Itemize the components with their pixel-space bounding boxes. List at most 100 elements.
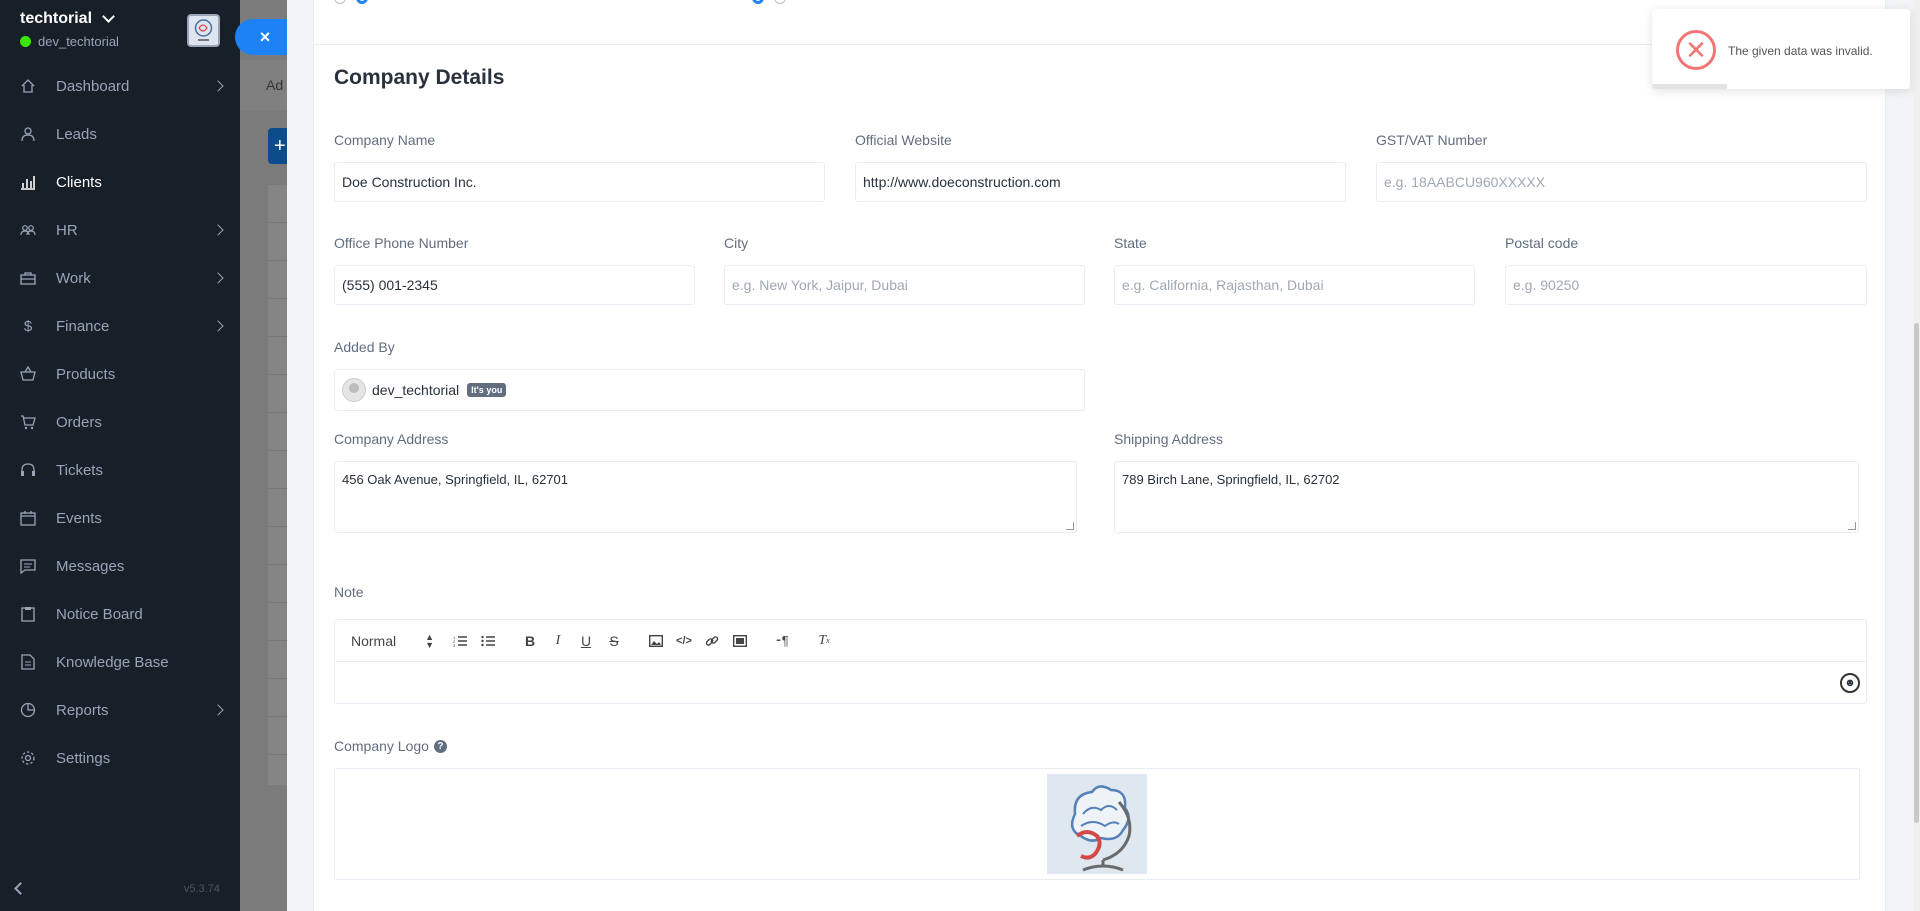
added-by-value: dev_techtorial: [372, 382, 460, 398]
bullet-list-icon[interactable]: [474, 629, 502, 653]
emoji-icon[interactable]: ☻: [1840, 673, 1860, 693]
toast-timer-progress: [1652, 84, 1727, 89]
collapse-sidebar-icon[interactable]: [14, 882, 27, 895]
added-by-select[interactable]: dev_techtorial It's you: [334, 369, 1085, 411]
underline-icon[interactable]: U: [572, 629, 600, 653]
toast-message: The given data was invalid.: [1728, 44, 1873, 58]
logo-upload-dropzone[interactable]: [334, 768, 1860, 880]
editor-content[interactable]: [335, 662, 1866, 704]
radio-option[interactable]: [334, 0, 346, 4]
sidebar-header: techtorial dev_techtorial: [0, 0, 240, 56]
radio-option[interactable]: [774, 0, 786, 4]
italic-icon[interactable]: I: [544, 629, 572, 653]
sidebar-menu: Dashboard Leads Clients HR Work $ Finance Produ…: [0, 62, 240, 782]
company-logo-label: Company Logo: [334, 738, 429, 754]
person-icon: [20, 126, 36, 142]
sidebar-item-work[interactable]: Work: [0, 254, 240, 302]
strikethrough-icon[interactable]: S: [600, 629, 628, 653]
gst-vat-label: GST/VAT Number: [1376, 132, 1488, 148]
state-input[interactable]: e.g. California, Rajasthan, Dubai: [1114, 265, 1475, 305]
sidebar-item-label: Knowledge Base: [56, 653, 169, 671]
sidebar-item-notice-board[interactable]: Notice Board: [0, 590, 240, 638]
people-icon: [20, 222, 36, 238]
link-icon[interactable]: [698, 629, 726, 653]
sidebar-item-leads[interactable]: Leads: [0, 110, 240, 158]
office-phone-input[interactable]: (555) 001-2345: [334, 265, 695, 305]
error-toast[interactable]: ✕ The given data was invalid.: [1652, 9, 1910, 89]
text-direction-icon[interactable]: ⁃¶: [768, 629, 796, 653]
editor-toolbar: Normal ▲ ▼ 123 B I U S </> ⁃¶ T x: [335, 620, 1866, 662]
avatar[interactable]: [187, 14, 220, 47]
clear-format-icon[interactable]: Tx: [810, 629, 838, 653]
company-address-textarea[interactable]: 456 Oak Avenue, Springfield, IL, 62701: [334, 461, 1077, 533]
radio-group-partial: [334, 0, 368, 4]
sidebar-item-knowledge-base[interactable]: Knowledge Base: [0, 638, 240, 686]
ordered-list-icon[interactable]: 123: [446, 629, 474, 653]
sidebar-item-hr[interactable]: HR: [0, 206, 240, 254]
scrollbar-thumb[interactable]: [1914, 323, 1919, 823]
add-client-panel: Company Details Company Name Doe Constru…: [287, 0, 1920, 911]
gear-icon: [20, 750, 36, 766]
sidebar-item-label: Settings: [56, 749, 111, 767]
sidebar-item-tickets[interactable]: Tickets: [0, 446, 240, 494]
sidebar-item-label: HR: [56, 221, 78, 239]
state-label: State: [1114, 235, 1147, 251]
note-label: Note: [334, 584, 364, 600]
postal-code-input[interactable]: e.g. 90250: [1505, 265, 1867, 305]
company-address-value: 456 Oak Avenue, Springfield, IL, 62701: [342, 472, 568, 487]
clipboard-icon: [20, 606, 36, 622]
video-icon[interactable]: [726, 629, 754, 653]
sidebar-item-reports[interactable]: Reports: [0, 686, 240, 734]
chat-icon: [20, 558, 36, 574]
radio-option[interactable]: [356, 0, 368, 4]
sidebar-item-orders[interactable]: Orders: [0, 398, 240, 446]
official-website-input[interactable]: http://www.doeconstruction.com: [855, 162, 1346, 202]
cart-icon: [20, 414, 36, 430]
sidebar-item-messages[interactable]: Messages: [0, 542, 240, 590]
chevron-right-icon: [212, 224, 224, 236]
company-name-label: Company Name: [334, 132, 436, 148]
sidebar-item-dashboard[interactable]: Dashboard: [0, 62, 240, 110]
company-name-input[interactable]: Doe Construction Inc.: [334, 162, 825, 202]
shipping-address-textarea[interactable]: 789 Birch Lane, Springfield, IL, 62702: [1114, 461, 1859, 533]
resize-handle-icon[interactable]: [1848, 522, 1856, 530]
current-user-name: dev_techtorial: [38, 34, 119, 49]
background-tab: Ad: [266, 77, 284, 93]
office-phone-label: Office Phone Number: [334, 235, 469, 251]
help-icon[interactable]: ?: [433, 739, 447, 753]
online-status-icon: [20, 36, 31, 47]
close-panel-button[interactable]: ×: [235, 19, 287, 55]
page-scrollbar[interactable]: [1913, 0, 1920, 911]
sidebar-item-label: Clients: [56, 173, 102, 191]
format-select[interactable]: Normal ▲ ▼: [351, 632, 446, 649]
radio-option[interactable]: [752, 0, 764, 4]
sidebar: techtorial dev_techtorial Dashboard Leads…: [0, 0, 240, 911]
sidebar-item-products[interactable]: Products: [0, 350, 240, 398]
headset-icon: [20, 462, 36, 478]
sidebar-item-label: Work: [56, 269, 91, 287]
postal-code-label: Postal code: [1505, 235, 1579, 251]
company-name: techtorial: [20, 10, 93, 27]
form-card: Company Details Company Name Doe Constru…: [313, 0, 1886, 911]
sidebar-item-events[interactable]: Events: [0, 494, 240, 542]
house-icon: [20, 78, 36, 94]
sidebar-item-settings[interactable]: Settings: [0, 734, 240, 782]
code-block-icon[interactable]: </>: [670, 629, 698, 653]
image-icon[interactable]: [642, 629, 670, 653]
sidebar-item-label: Products: [56, 365, 116, 383]
sidebar-item-label: Finance: [56, 317, 110, 335]
company-logo-label-wrap: Company Logo ?: [334, 738, 447, 754]
app-version: v5.3.74: [183, 883, 220, 895]
added-by-label: Added By: [334, 339, 395, 355]
sidebar-item-finance[interactable]: $ Finance: [0, 302, 240, 350]
resize-handle-icon[interactable]: [1066, 522, 1074, 530]
sidebar-item-label: Dashboard: [56, 77, 130, 95]
svg-text:3: 3: [453, 643, 456, 647]
company-switcher[interactable]: techtorial: [20, 10, 115, 28]
current-user: dev_techtorial: [20, 34, 119, 49]
city-input[interactable]: e.g. New York, Jaipur, Dubai: [724, 265, 1085, 305]
bar-chart-icon: [20, 174, 36, 190]
bold-icon[interactable]: B: [516, 629, 544, 653]
gst-vat-input[interactable]: e.g. 18AABCU960XXXXX: [1376, 162, 1867, 202]
sidebar-item-clients[interactable]: Clients: [0, 158, 240, 206]
